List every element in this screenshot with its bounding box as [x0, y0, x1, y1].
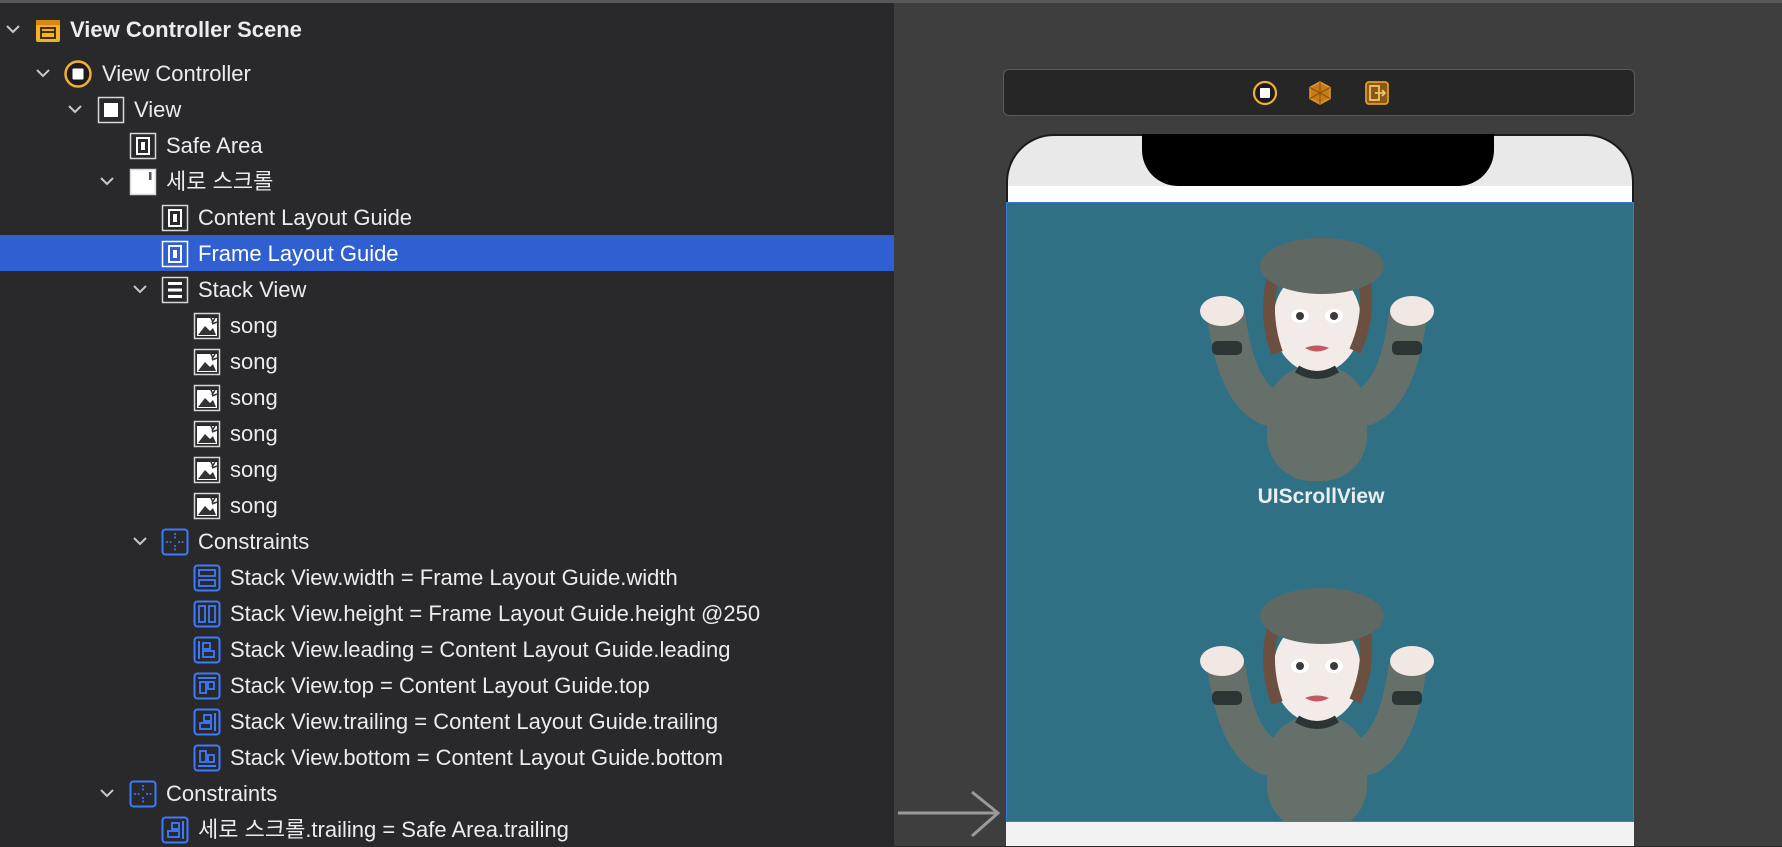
safe-area-top [1008, 186, 1632, 202]
scene-icon [36, 20, 60, 42]
stack-view-icon [161, 276, 189, 304]
layout-guide-icon [161, 240, 189, 268]
safe-area-icon [129, 132, 157, 160]
image-view-icon [193, 492, 221, 520]
chevron-down-icon[interactable] [131, 280, 149, 298]
outline-row-constraint[interactable]: Stack View.top = Content Layout Guide.to… [0, 667, 894, 703]
outline-row-label: Stack View.trailing = Content Layout Gui… [230, 709, 719, 734]
bottom-constraint-icon [193, 744, 221, 772]
safe-area-bottom [1006, 822, 1634, 846]
song-image [1200, 588, 1434, 821]
outline-row-label: song [230, 385, 278, 410]
outline-row-constraints[interactable]: Constraints [0, 523, 894, 559]
view-controller-icon[interactable] [1252, 80, 1278, 106]
image-view-icon [193, 456, 221, 484]
outline-row-label: song [230, 349, 278, 374]
outline-row-image-view[interactable]: song [0, 415, 894, 451]
outline-row-label: Stack View.leading = Content Layout Guid… [230, 637, 731, 662]
layout-guide-icon [161, 204, 189, 232]
outline-row-label: Stack View.width = Frame Layout Guide.wi… [230, 565, 678, 590]
outline-row-label: Stack View.bottom = Content Layout Guide… [230, 745, 724, 770]
outline-row-frame-layout-guide[interactable]: Frame Layout Guide [0, 235, 894, 271]
image-caption: UIScrollView [1257, 485, 1385, 508]
outline-row-label: View Controller Scene [70, 17, 302, 42]
leading-constraint-icon [193, 636, 221, 664]
outline-row-label: song [230, 493, 278, 518]
outline-row-stack-view[interactable]: Stack View [0, 271, 894, 307]
chevron-down-icon[interactable] [34, 64, 52, 82]
outline-row-label: View Controller [102, 61, 251, 86]
outline-row-scroll-view[interactable]: 세로 스크롤 [0, 163, 894, 199]
entry-point-arrow-icon[interactable] [896, 790, 1006, 840]
outline-row-label: Stack View.height = Frame Layout Guide.h… [230, 601, 761, 626]
outline-row-constraints[interactable]: Constraints [0, 775, 894, 811]
outline-row-label: Content Layout Guide [198, 205, 413, 230]
outline-row-constraint[interactable]: Stack View.width = Frame Layout Guide.wi… [0, 559, 894, 595]
image-view-icon [193, 348, 221, 376]
first-responder-icon[interactable] [1307, 80, 1333, 106]
trailing-constraint-icon [193, 708, 221, 736]
song-image [1200, 238, 1434, 481]
outline-row-scene[interactable]: View Controller Scene [0, 11, 894, 47]
outline-row-label: Safe Area [166, 133, 263, 158]
outline-row-constraint[interactable]: 세로 스크롤.trailing = Safe Area.trailing [0, 811, 894, 847]
outline-row-image-view[interactable]: song [0, 379, 894, 415]
chevron-down-icon[interactable] [98, 784, 116, 802]
device-notch [1142, 134, 1494, 186]
trailing-constraint-icon [161, 816, 189, 844]
exit-icon[interactable] [1364, 80, 1390, 106]
outline-row-label: 세로 스크롤 [166, 169, 274, 194]
outline-row-constraint[interactable]: Stack View.leading = Content Layout Guid… [0, 631, 894, 667]
document-outline[interactable]: View Controller Scene View Controller Vi… [0, 3, 894, 846]
outline-row-view-controller[interactable]: View Controller [0, 55, 894, 91]
image-view-icon [193, 312, 221, 340]
outline-row-image-view[interactable]: song [0, 343, 894, 379]
outline-row-label: Frame Layout Guide [198, 241, 399, 266]
view-controller-icon [64, 60, 92, 88]
outline-row-constraint[interactable]: Stack View.height = Frame Layout Guide.h… [0, 595, 894, 631]
chevron-down-icon[interactable] [4, 20, 22, 38]
outline-row-constraint[interactable]: Stack View.bottom = Content Layout Guide… [0, 739, 894, 775]
outline-row-view[interactable]: View [0, 91, 894, 127]
equal-height-constraint-icon [193, 600, 221, 628]
outline-row-label: song [230, 457, 278, 482]
constraints-icon [129, 780, 157, 808]
top-constraint-icon [193, 672, 221, 700]
view-icon [97, 96, 125, 124]
outline-row-content-layout-guide[interactable]: Content Layout Guide [0, 199, 894, 235]
outline-row-constraint[interactable]: Stack View.trailing = Content Layout Gui… [0, 703, 894, 739]
outline-row-label: Constraints [166, 781, 278, 806]
image-view-icon [193, 420, 221, 448]
outline-row-label: song [230, 313, 278, 338]
chevron-down-icon[interactable] [98, 172, 116, 190]
scroll-view-icon [129, 168, 157, 196]
chevron-down-icon[interactable] [66, 100, 84, 118]
equal-width-constraint-icon [193, 564, 221, 592]
outline-row-image-view[interactable]: song [0, 487, 894, 523]
outline-row-label: Stack View [198, 277, 307, 302]
outline-row-label: Stack View.top = Content Layout Guide.to… [230, 673, 650, 698]
scene-dock [1003, 69, 1635, 116]
outline-row-safe-area[interactable]: Safe Area [0, 127, 894, 163]
image-view-icon [193, 384, 221, 412]
constraints-icon [161, 528, 189, 556]
scroll-view-preview[interactable]: UIScrollView [1006, 202, 1634, 822]
chevron-down-icon[interactable] [131, 532, 149, 550]
outline-row-image-view[interactable]: song [0, 307, 894, 343]
outline-row-image-view[interactable]: song [0, 451, 894, 487]
outline-row-label: View [134, 97, 182, 122]
outline-row-label: song [230, 421, 278, 446]
outline-row-label: Constraints [198, 529, 310, 554]
outline-row-label: 세로 스크롤.trailing = Safe Area.trailing [198, 817, 569, 842]
